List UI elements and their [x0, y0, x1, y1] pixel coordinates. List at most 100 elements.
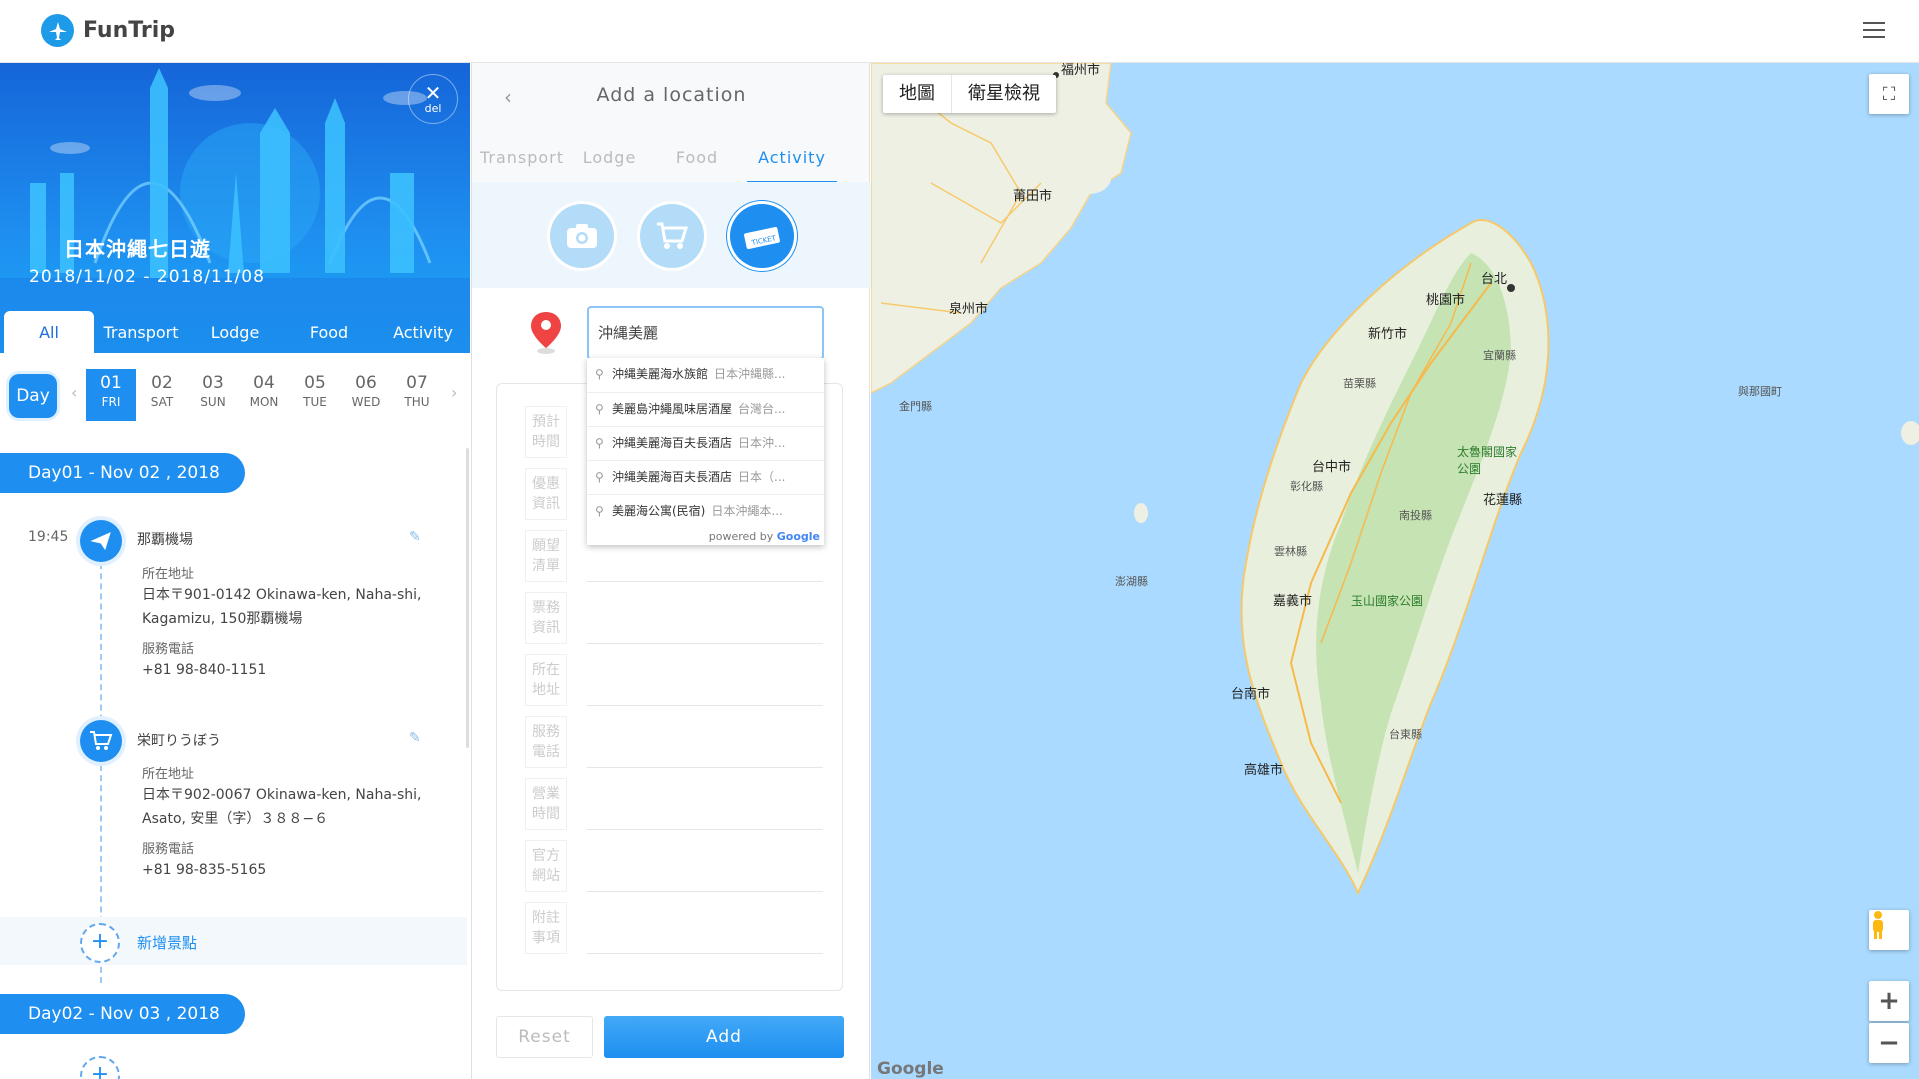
map-view[interactable]: 地圖 衛星檢視 ⛶ + − 福州市 莆田市 泉州市 金門縣 台北 桃園市 新竹市…: [871, 63, 1919, 1079]
day-header-pill[interactable]: Day01 - Nov 02 , 2018: [0, 453, 245, 493]
field-label: 官方網站: [525, 840, 567, 892]
day-header-pill[interactable]: Day02 - Nov 03 , 2018: [0, 994, 245, 1034]
field-label: 願望清單: [525, 530, 567, 582]
ticket-icon[interactable]: TICKET: [729, 204, 794, 268]
map-label: 花蓮縣: [1483, 493, 1523, 508]
activity-type-icons: TICKET: [472, 182, 871, 288]
map-label: 台中市: [1312, 460, 1352, 475]
filter-tab-lodge[interactable]: Lodge: [188, 311, 282, 353]
trip-dates: 2018/11/02 - 2018/11/08: [29, 267, 265, 287]
add-spot-link[interactable]: 新增景點: [137, 932, 197, 953]
add-spot-row[interactable]: + 新增景點: [0, 917, 467, 965]
autocomplete-dropdown: ⚲ 沖縄美麗海水族館 日本沖縄縣... ⚲ 美麗島沖繩風味居酒屋 台灣台... ⚲ 沖縄美…: [587, 358, 824, 545]
tab-activity[interactable]: Activity: [747, 143, 837, 183]
field-input[interactable]: [587, 891, 823, 892]
map-label: 泉州市: [949, 302, 989, 317]
tab-lodge[interactable]: Lodge: [572, 143, 647, 183]
plus-icon[interactable]: +: [80, 1056, 120, 1079]
address-value: 日本〒901-0142 Okinawa-ken, Naha-shi, Kagam…: [142, 587, 422, 627]
city-skyline-illustration: [0, 68, 470, 353]
field-label: 預計時間: [525, 406, 567, 458]
day-cell[interactable]: 03 SUN: [188, 369, 238, 421]
delete-trip-button[interactable]: ✕ del: [408, 74, 458, 124]
tab-transport[interactable]: Transport: [472, 143, 572, 183]
zoom-out-button[interactable]: −: [1869, 1023, 1909, 1063]
suggestion-item[interactable]: ⚲ 沖縄美麗海水族館 日本沖縄縣...: [587, 358, 824, 392]
map-type-satellite-button[interactable]: 衛星檢視: [952, 75, 1056, 113]
phone-label: 服務電話: [142, 842, 195, 857]
field-row: 票務資訊: [525, 592, 835, 654]
field-input[interactable]: [587, 829, 823, 830]
map-canvas[interactable]: [871, 63, 1919, 1079]
plus-icon[interactable]: +: [80, 923, 120, 963]
field-input[interactable]: [587, 767, 823, 768]
camera-icon[interactable]: [549, 204, 614, 268]
day-cell[interactable]: 04 MON: [239, 369, 289, 421]
filter-tab-transport[interactable]: Transport: [94, 311, 188, 353]
filter-tab-activity[interactable]: Activity: [376, 311, 470, 353]
field-row: 官方網站: [525, 840, 835, 902]
edit-pencil-icon[interactable]: ✎: [409, 730, 423, 746]
map-label: 彰化縣: [1290, 480, 1323, 493]
map-label: 桃園市: [1426, 293, 1466, 308]
map-label: 嘉義市: [1273, 594, 1313, 609]
filter-tabs: All Transport Lodge Food Activity: [0, 311, 470, 353]
map-label: 台東縣: [1389, 728, 1422, 741]
chevron-right-icon[interactable]: ›: [451, 383, 457, 402]
filter-tab-food[interactable]: Food: [282, 311, 376, 353]
day-cell[interactable]: 02 SAT: [137, 369, 187, 421]
phone-value: +81 98-840-1151: [142, 662, 267, 678]
reset-button[interactable]: Reset: [496, 1016, 593, 1058]
add-button[interactable]: Add: [604, 1016, 844, 1058]
filter-tab-all[interactable]: All: [4, 311, 94, 353]
street-view-pegman-icon[interactable]: [1869, 910, 1909, 950]
top-bar: FunTrip: [0, 0, 1919, 63]
scrollbar[interactable]: [466, 448, 469, 748]
day-view-button[interactable]: Day: [9, 374, 57, 418]
tab-food[interactable]: Food: [647, 143, 747, 183]
google-logo: Google: [877, 1059, 944, 1079]
map-label: 苗栗縣: [1343, 377, 1376, 390]
address-label: 所在地址: [142, 767, 195, 782]
trip-banner: ✕ del 日本沖繩七日遊 2018/11/02 - 2018/11/08 All…: [0, 63, 470, 353]
map-label: 玉山國家公園: [1351, 594, 1424, 608]
map-label: 澎湖縣: [1115, 575, 1148, 588]
panel-title: Add a location: [596, 84, 747, 106]
day-cell[interactable]: 06 WED: [341, 369, 391, 421]
app-name: FunTrip: [83, 18, 175, 43]
location-search-input[interactable]: 沖縄美麗: [587, 306, 824, 360]
pin-icon: ⚲: [595, 436, 604, 450]
chevron-left-icon[interactable]: ‹: [71, 383, 77, 402]
map-label: 南投縣: [1399, 509, 1432, 522]
item-name: 栄町りうぼう: [137, 733, 221, 749]
airplane-logo-icon: [41, 14, 74, 47]
add-location-panel: ‹ Add a location Transport Lodge Food Ac…: [471, 63, 871, 1079]
map-label: 與那國町: [1738, 385, 1782, 398]
day-cell[interactable]: 05 TUE: [290, 369, 340, 421]
suggestion-item[interactable]: ⚲ 沖縄美麗海百夫長酒店 日本沖...: [587, 426, 824, 460]
day-cell[interactable]: 07 THU: [392, 369, 442, 421]
shopping-cart-icon[interactable]: [639, 204, 704, 268]
map-label: 高雄市: [1244, 763, 1284, 778]
field-input[interactable]: [587, 705, 823, 706]
hamburger-menu-icon[interactable]: [1863, 22, 1885, 40]
suggestion-item[interactable]: ⚲ 美麗島沖繩風味居酒屋 台灣台...: [587, 392, 824, 426]
item-time: 19:45: [28, 529, 69, 545]
category-tabs: Transport Lodge Food Activity: [472, 143, 871, 183]
field-input[interactable]: [587, 643, 823, 644]
field-input[interactable]: [587, 953, 823, 954]
suggestion-item[interactable]: ⚲ 美麗海公寓(民宿) 日本沖繩本...: [587, 494, 824, 528]
paper-plane-icon: [80, 520, 122, 562]
suggestion-item[interactable]: ⚲ 沖縄美麗海百夫長酒店 日本（...: [587, 460, 824, 494]
fullscreen-icon[interactable]: ⛶: [1869, 74, 1909, 114]
day-cell[interactable]: 01 FRI: [86, 369, 136, 421]
map-type-map-button[interactable]: 地圖: [883, 75, 952, 113]
map-label: 太魯閣國家公園: [1457, 445, 1518, 476]
field-row: 所在地址: [525, 654, 835, 716]
app-logo[interactable]: FunTrip: [41, 14, 175, 47]
field-label: 所在地址: [525, 654, 567, 706]
field-input[interactable]: [587, 581, 823, 582]
field-label: 票務資訊: [525, 592, 567, 644]
zoom-in-button[interactable]: +: [1869, 981, 1909, 1021]
edit-pencil-icon[interactable]: ✎: [409, 529, 423, 545]
